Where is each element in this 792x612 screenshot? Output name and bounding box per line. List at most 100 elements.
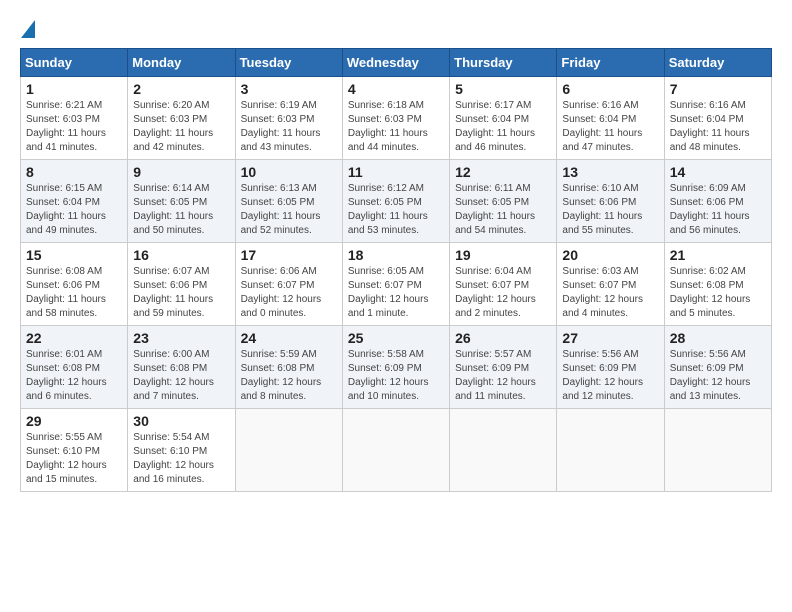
calendar-day-cell: 13 Sunrise: 6:10 AM Sunset: 6:06 PM Dayli… (557, 160, 664, 243)
calendar-day-cell: 23Sunrise: 6:00 AM Sunset: 6:08 PM Dayli… (128, 326, 235, 409)
calendar-day-cell: 16 Sunrise: 6:07 AM Sunset: 6:06 PM Dayli… (128, 243, 235, 326)
calendar-day-cell: 21 Sunrise: 6:02 AM Sunset: 6:08 PM Dayli… (664, 243, 771, 326)
calendar-day-cell: 25 Sunrise: 5:58 AM Sunset: 6:09 PM Dayli… (342, 326, 449, 409)
day-number: 4 (348, 81, 444, 97)
day-info: Sunrise: 6:18 AM Sunset: 6:03 PM Dayligh… (348, 99, 444, 155)
day-number: 27 (562, 330, 658, 346)
calendar-day-cell: 7 Sunrise: 6:16 AM Sunset: 6:04 PM Daylig… (664, 77, 771, 160)
day-number: 6 (562, 81, 658, 97)
calendar-header-row: SundayMondayTuesdayWednesdayThursdayFrid… (21, 49, 772, 77)
calendar-day-cell: 28 Sunrise: 5:56 AM Sunset: 6:09 PM Dayli… (664, 326, 771, 409)
day-info: Sunrise: 6:16 AM Sunset: 6:04 PM Dayligh… (670, 99, 766, 155)
day-number: 14 (670, 164, 766, 180)
day-info: Sunrise: 6:16 AM Sunset: 6:04 PM Dayligh… (562, 99, 658, 155)
calendar-day-cell (450, 409, 557, 492)
day-info: Sunrise: 6:21 AM Sunset: 6:03 PM Dayligh… (26, 99, 122, 155)
day-number: 22 (26, 330, 122, 346)
day-number: 25 (348, 330, 444, 346)
day-number: 13 (562, 164, 658, 180)
calendar-dow-friday: Friday (557, 49, 664, 77)
day-number: 19 (455, 247, 551, 263)
day-info: Sunrise: 6:20 AM Sunset: 6:03 PM Dayligh… (133, 99, 229, 155)
day-number: 26 (455, 330, 551, 346)
calendar-week-row: 29 Sunrise: 5:55 AM Sunset: 6:10 PM Dayli… (21, 409, 772, 492)
day-info: Sunrise: 6:10 AM Sunset: 6:06 PM Dayligh… (562, 182, 658, 238)
day-info: Sunrise: 6:14 AM Sunset: 6:05 PM Dayligh… (133, 182, 229, 238)
calendar-week-row: 1 Sunrise: 6:21 AM Sunset: 6:03 PM Daylig… (21, 77, 772, 160)
day-number: 7 (670, 81, 766, 97)
calendar-day-cell: 10Sunrise: 6:13 AM Sunset: 6:05 PM Dayli… (235, 160, 342, 243)
calendar-day-cell (342, 409, 449, 492)
calendar-day-cell: 2 Sunrise: 6:20 AM Sunset: 6:03 PM Daylig… (128, 77, 235, 160)
day-number: 17 (241, 247, 337, 263)
calendar-day-cell: 1 Sunrise: 6:21 AM Sunset: 6:03 PM Daylig… (21, 77, 128, 160)
calendar-day-cell: 27 Sunrise: 5:56 AM Sunset: 6:09 PM Dayli… (557, 326, 664, 409)
calendar-dow-sunday: Sunday (21, 49, 128, 77)
calendar-day-cell: 15 Sunrise: 6:08 AM Sunset: 6:06 PM Dayli… (21, 243, 128, 326)
day-info: Sunrise: 6:15 AM Sunset: 6:04 PM Dayligh… (26, 182, 122, 238)
day-info: Sunrise: 6:06 AM Sunset: 6:07 PM Dayligh… (241, 265, 337, 321)
calendar-day-cell: 8 Sunrise: 6:15 AM Sunset: 6:04 PM Daylig… (21, 160, 128, 243)
calendar-day-cell: 12Sunrise: 6:11 AM Sunset: 6:05 PM Dayli… (450, 160, 557, 243)
day-number: 24 (241, 330, 337, 346)
page-header (20, 20, 772, 38)
calendar-day-cell: 4 Sunrise: 6:18 AM Sunset: 6:03 PM Daylig… (342, 77, 449, 160)
day-info: Sunrise: 6:05 AM Sunset: 6:07 PM Dayligh… (348, 265, 444, 321)
day-number: 2 (133, 81, 229, 97)
day-info: Sunrise: 5:59 AM Sunset: 6:08 PM Dayligh… (241, 348, 337, 404)
calendar-dow-saturday: Saturday (664, 49, 771, 77)
calendar-day-cell: 11 Sunrise: 6:12 AM Sunset: 6:05 PM Dayli… (342, 160, 449, 243)
day-info: Sunrise: 6:08 AM Sunset: 6:06 PM Dayligh… (26, 265, 122, 321)
day-info: Sunrise: 5:58 AM Sunset: 6:09 PM Dayligh… (348, 348, 444, 404)
day-info: Sunrise: 5:54 AM Sunset: 6:10 PM Dayligh… (133, 431, 229, 487)
day-number: 8 (26, 164, 122, 180)
day-number: 1 (26, 81, 122, 97)
calendar-day-cell: 30 Sunrise: 5:54 AM Sunset: 6:10 PM Dayli… (128, 409, 235, 492)
day-number: 16 (133, 247, 229, 263)
calendar-day-cell (235, 409, 342, 492)
day-info: Sunrise: 6:13 AM Sunset: 6:05 PM Dayligh… (241, 182, 337, 238)
day-info: Sunrise: 5:55 AM Sunset: 6:10 PM Dayligh… (26, 431, 122, 487)
day-number: 3 (241, 81, 337, 97)
day-number: 15 (26, 247, 122, 263)
calendar-day-cell (664, 409, 771, 492)
day-number: 29 (26, 413, 122, 429)
calendar-day-cell: 18 Sunrise: 6:05 AM Sunset: 6:07 PM Dayli… (342, 243, 449, 326)
calendar-day-cell: 20 Sunrise: 6:03 AM Sunset: 6:07 PM Dayli… (557, 243, 664, 326)
calendar-day-cell: 3 Sunrise: 6:19 AM Sunset: 6:03 PM Daylig… (235, 77, 342, 160)
day-info: Sunrise: 6:17 AM Sunset: 6:04 PM Dayligh… (455, 99, 551, 155)
calendar-day-cell: 26 Sunrise: 5:57 AM Sunset: 6:09 PM Dayli… (450, 326, 557, 409)
calendar-day-cell: 19 Sunrise: 6:04 AM Sunset: 6:07 PM Dayli… (450, 243, 557, 326)
day-info: Sunrise: 6:04 AM Sunset: 6:07 PM Dayligh… (455, 265, 551, 321)
day-number: 23 (133, 330, 229, 346)
day-number: 28 (670, 330, 766, 346)
calendar-table: SundayMondayTuesdayWednesdayThursdayFrid… (20, 48, 772, 492)
day-info: Sunrise: 5:56 AM Sunset: 6:09 PM Dayligh… (670, 348, 766, 404)
day-info: Sunrise: 5:56 AM Sunset: 6:09 PM Dayligh… (562, 348, 658, 404)
day-number: 20 (562, 247, 658, 263)
day-number: 21 (670, 247, 766, 263)
calendar-week-row: 22Sunrise: 6:01 AM Sunset: 6:08 PM Dayli… (21, 326, 772, 409)
calendar-dow-tuesday: Tuesday (235, 49, 342, 77)
calendar-week-row: 8 Sunrise: 6:15 AM Sunset: 6:04 PM Daylig… (21, 160, 772, 243)
day-info: Sunrise: 6:03 AM Sunset: 6:07 PM Dayligh… (562, 265, 658, 321)
day-info: Sunrise: 6:07 AM Sunset: 6:06 PM Dayligh… (133, 265, 229, 321)
calendar-day-cell: 6 Sunrise: 6:16 AM Sunset: 6:04 PM Daylig… (557, 77, 664, 160)
day-number: 18 (348, 247, 444, 263)
day-info: Sunrise: 6:02 AM Sunset: 6:08 PM Dayligh… (670, 265, 766, 321)
calendar-day-cell: 5Sunrise: 6:17 AM Sunset: 6:04 PM Daylig… (450, 77, 557, 160)
calendar-dow-wednesday: Wednesday (342, 49, 449, 77)
day-info: Sunrise: 5:57 AM Sunset: 6:09 PM Dayligh… (455, 348, 551, 404)
calendar-day-cell: 9 Sunrise: 6:14 AM Sunset: 6:05 PM Daylig… (128, 160, 235, 243)
day-number: 11 (348, 164, 444, 180)
calendar-day-cell: 22Sunrise: 6:01 AM Sunset: 6:08 PM Dayli… (21, 326, 128, 409)
calendar-week-row: 15 Sunrise: 6:08 AM Sunset: 6:06 PM Dayli… (21, 243, 772, 326)
day-info: Sunrise: 6:09 AM Sunset: 6:06 PM Dayligh… (670, 182, 766, 238)
day-info: Sunrise: 6:19 AM Sunset: 6:03 PM Dayligh… (241, 99, 337, 155)
day-info: Sunrise: 6:12 AM Sunset: 6:05 PM Dayligh… (348, 182, 444, 238)
logo-triangle-icon (21, 20, 35, 38)
day-number: 12 (455, 164, 551, 180)
day-number: 30 (133, 413, 229, 429)
day-number: 9 (133, 164, 229, 180)
calendar-day-cell: 14 Sunrise: 6:09 AM Sunset: 6:06 PM Dayli… (664, 160, 771, 243)
